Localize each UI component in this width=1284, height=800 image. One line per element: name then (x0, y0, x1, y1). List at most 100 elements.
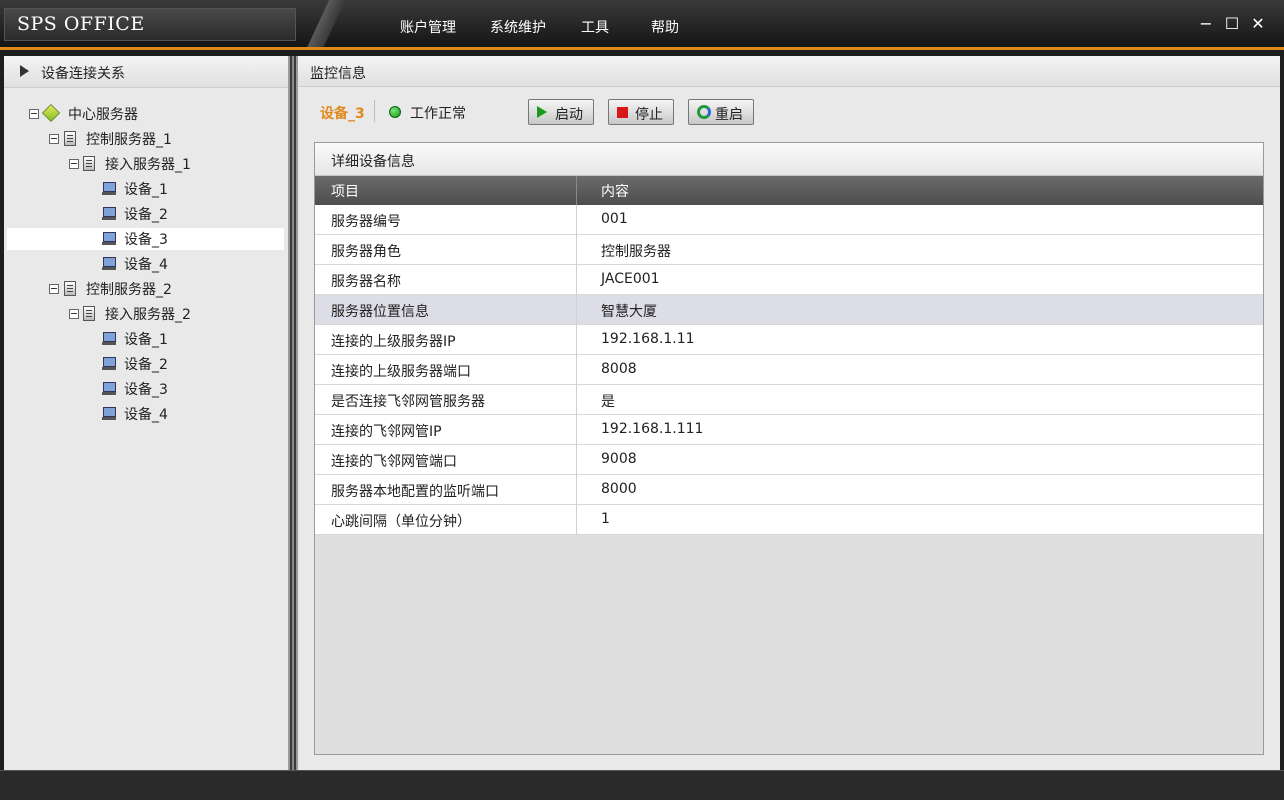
close-icon[interactable]: ✕ (1248, 14, 1268, 33)
tree-node-label: 设备_3 (124, 232, 168, 248)
tree-node-server[interactable]: 控制服务器_1 (7, 128, 284, 150)
server-icon (83, 156, 95, 171)
refresh-icon (697, 105, 711, 119)
table-row[interactable]: 连接的上级服务器端口 8008 (315, 355, 1263, 385)
table-cell-item: 是否连接飞邻网管服务器 (331, 394, 485, 410)
collapse-toggle-icon[interactable] (49, 284, 59, 294)
restart-button[interactable]: 重启 (688, 99, 754, 125)
cell-divider (576, 385, 577, 415)
tree-node-device[interactable]: 设备_2 (7, 353, 284, 375)
tree-node-device[interactable]: 设备_3 (7, 228, 284, 250)
maximize-icon[interactable]: ☐ (1222, 14, 1242, 33)
table-cell-content: 192.168.1.111 (601, 421, 704, 437)
menu-help[interactable]: 帮助 (651, 17, 679, 37)
table-row[interactable]: 服务器角色 控制服务器 (315, 235, 1263, 265)
current-device-name: 设备_3 (320, 106, 365, 122)
device-detail-title: 详细设备信息 (331, 154, 415, 170)
table-cell-item: 服务器编号 (331, 214, 401, 230)
restart-button-label: 重启 (715, 107, 743, 123)
collapse-toggle-icon[interactable] (49, 134, 59, 144)
table-row[interactable]: 连接的飞邻网管IP 192.168.1.111 (315, 415, 1263, 445)
tree-node-label: 接入服务器_1 (105, 157, 191, 173)
table-cell-content: 1 (601, 511, 610, 527)
table-row[interactable]: 服务器编号 001 (315, 205, 1263, 235)
central-server-icon (41, 103, 61, 123)
table-row[interactable]: 是否连接飞邻网管服务器 是 (315, 385, 1263, 415)
collapse-toggle-icon[interactable] (69, 309, 79, 319)
column-divider[interactable] (576, 176, 577, 205)
device-tree-title: 设备连接关系 (41, 66, 125, 82)
tree-node-server[interactable]: 控制服务器_2 (7, 278, 284, 300)
column-header-item[interactable]: 项目 (331, 181, 359, 201)
monitor-title: 监控信息 (310, 66, 366, 82)
tree-node-device[interactable]: 设备_3 (7, 378, 284, 400)
menu-system-maintenance[interactable]: 系统维护 (490, 17, 546, 37)
cell-divider (576, 505, 577, 535)
minimize-icon[interactable]: − (1196, 14, 1216, 33)
collapse-triangle-icon[interactable] (20, 65, 29, 77)
cell-divider (576, 475, 577, 505)
table-row[interactable]: 连接的飞邻网管端口 9008 (315, 445, 1263, 475)
server-icon (83, 306, 95, 321)
monitor-header: 监控信息 (298, 56, 1280, 87)
title-bar: SPS OFFICE 账户管理 系统维护 工具 帮助 − ☐ ✕ (0, 0, 1284, 50)
tree-node-server[interactable]: 接入服务器_2 (7, 303, 284, 325)
computer-icon (102, 357, 116, 370)
table-row[interactable]: 服务器本地配置的监听端口 8000 (315, 475, 1263, 505)
table-cell-item: 服务器位置信息 (331, 304, 429, 320)
cell-divider (576, 325, 577, 355)
tree-node-device[interactable]: 设备_1 (7, 178, 284, 200)
collapse-toggle-icon[interactable] (69, 159, 79, 169)
tree-node-device[interactable]: 设备_1 (7, 328, 284, 350)
menu-account-management[interactable]: 账户管理 (400, 17, 456, 37)
cell-divider (576, 415, 577, 445)
computer-icon (102, 382, 116, 395)
table-cell-content: JACE001 (601, 271, 660, 287)
table-cell-item: 服务器本地配置的监听端口 (331, 484, 499, 500)
device-detail-header: 详细设备信息 (315, 143, 1263, 176)
table-cell-content: 8000 (601, 481, 637, 497)
app-title: SPS OFFICE (17, 13, 145, 35)
tree-node-label: 中心服务器 (68, 107, 138, 123)
stop-button[interactable]: 停止 (608, 99, 674, 125)
app-logo: SPS OFFICE (4, 8, 296, 41)
tree-node-device[interactable]: 设备_4 (7, 403, 284, 425)
table-cell-content: 是 (601, 394, 615, 410)
cell-divider (576, 235, 577, 265)
computer-icon (102, 257, 116, 270)
detail-table-body: 服务器编号 001 服务器角色 控制服务器服务器名称 JACE001 服务器位置信息 智慧大… (315, 205, 1263, 535)
tree-node-label: 设备_3 (124, 382, 168, 398)
tree-node-root[interactable]: 中心服务器 (7, 103, 284, 125)
play-icon (537, 106, 547, 118)
table-row[interactable]: 心跳间隔（单位分钟） 1 (315, 505, 1263, 535)
start-button-label: 启动 (555, 107, 583, 123)
cell-divider (576, 355, 577, 385)
column-header-content[interactable]: 内容 (601, 181, 629, 201)
table-cell-item: 心跳间隔（单位分钟） (331, 514, 471, 530)
server-icon (64, 131, 76, 146)
start-button[interactable]: 启动 (528, 99, 594, 125)
status-text: 工作正常 (410, 106, 466, 122)
table-row[interactable]: 连接的上级服务器IP 192.168.1.11 (315, 325, 1263, 355)
table-row[interactable]: 服务器名称 JACE001 (315, 265, 1263, 295)
table-cell-content: 控制服务器 (601, 244, 671, 260)
status-indicator-icon (389, 106, 401, 118)
table-row[interactable]: 服务器位置信息 智慧大厦 (315, 295, 1263, 325)
tree-node-device[interactable]: 设备_4 (7, 253, 284, 275)
panel-splitter[interactable] (288, 56, 298, 770)
collapse-toggle-icon[interactable] (29, 109, 39, 119)
server-icon (64, 281, 76, 296)
tree-node-label: 设备_2 (124, 357, 168, 373)
table-cell-item: 服务器名称 (331, 274, 401, 290)
tree-node-server[interactable]: 接入服务器_1 (7, 153, 284, 175)
table-cell-content: 9008 (601, 451, 637, 467)
tree-node-label: 设备_4 (124, 257, 168, 273)
tree-node-device[interactable]: 设备_2 (7, 203, 284, 225)
stop-button-label: 停止 (635, 107, 663, 123)
table-cell-item: 连接的上级服务器端口 (331, 364, 471, 380)
computer-icon (102, 207, 116, 220)
table-cell-item: 服务器角色 (331, 244, 401, 260)
device-tree-header[interactable]: 设备连接关系 (4, 56, 288, 88)
tree-node-label: 设备_1 (124, 332, 168, 348)
menu-tools[interactable]: 工具 (581, 17, 609, 37)
